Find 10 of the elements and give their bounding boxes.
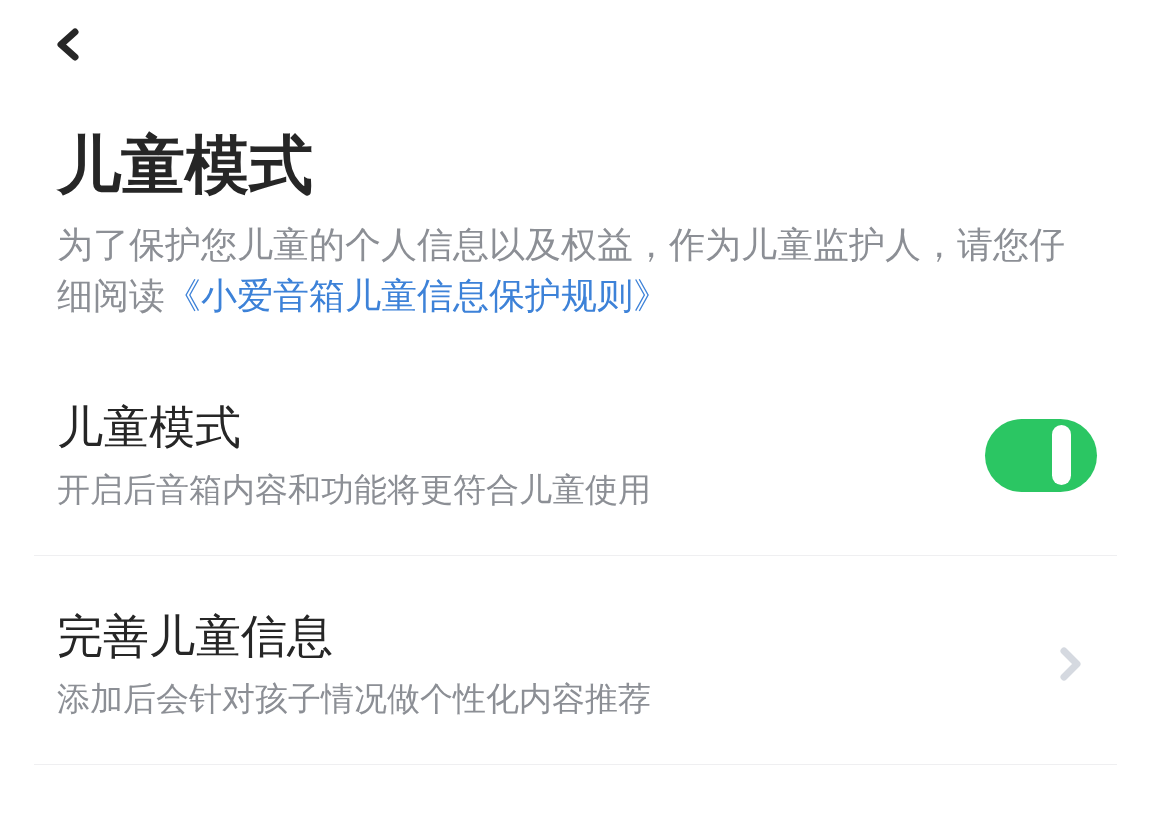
setting-title: 儿童模式 [57,400,242,455]
back-icon [54,28,81,61]
setting-description: 开启后音箱内容和功能将更符合儿童使用 [57,470,652,510]
setting-description: 添加后会针对孩子情况做个性化内容推荐 [57,679,652,719]
rules-link[interactable]: 《小爱音箱儿童信息保护规则》 [165,275,669,316]
back-button[interactable] [54,28,81,61]
page-title: 儿童模式 [57,133,314,197]
chevron-right-icon[interactable] [1059,646,1083,682]
description-text: 为了保护您儿童的个人信息以及权益，作为儿童监护人，请您仔细阅读《小爱音箱儿童信息保护规则》 [57,223,1066,318]
setting-title: 完善儿童信息 [57,609,334,664]
